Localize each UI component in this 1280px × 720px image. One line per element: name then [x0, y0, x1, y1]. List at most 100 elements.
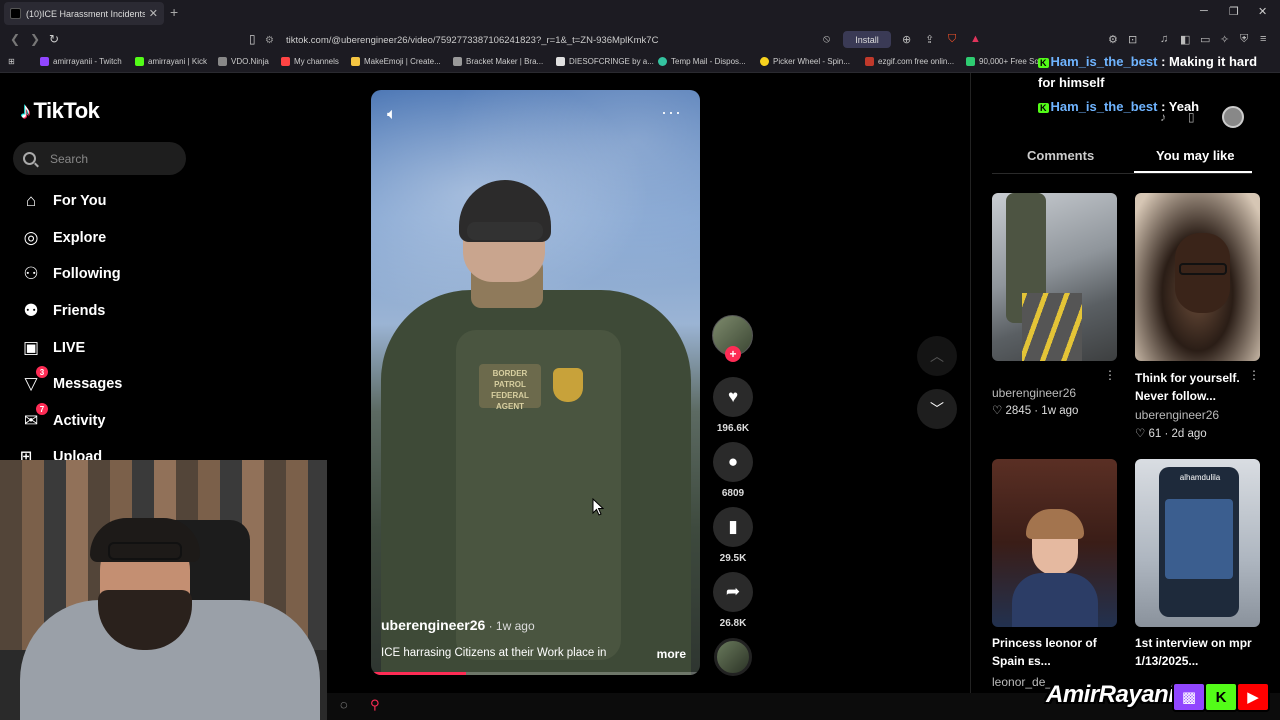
brave-shield-icon[interactable]: ⛉	[948, 33, 956, 46]
card-user[interactable]: leonor_de_	[992, 675, 1052, 689]
picker-wheel-icon	[760, 57, 769, 66]
user-avatar[interactable]	[1222, 106, 1244, 128]
tiktok-wordmark: TikTok	[33, 98, 100, 123]
minimize-icon[interactable]: ─	[1200, 5, 1208, 17]
bookmark-2[interactable]: VDO.Ninja	[218, 57, 269, 66]
bookmark-0[interactable]: amirrayanii - Twitch	[40, 57, 122, 66]
rewards-icon[interactable]: ▲	[970, 33, 981, 45]
video-caption: ICE harrasing Citizens at their Work pla…	[381, 647, 607, 659]
caption-more-link[interactable]: more	[657, 647, 686, 661]
thumb-text: alhamdulila	[1179, 473, 1221, 482]
forward-icon[interactable]: ❯	[30, 32, 40, 46]
thumb-hair	[1026, 509, 1084, 539]
bookmark-7[interactable]: Temp Mail - Dispos...	[658, 57, 746, 66]
back-icon[interactable]: ❮	[10, 32, 20, 46]
nav-messages[interactable]: ▽ 3 Messages	[20, 366, 122, 395]
share-button[interactable]: ➦	[713, 572, 753, 612]
nav-following[interactable]: ⚇ Following	[20, 263, 120, 285]
comment-icon: ●	[727, 452, 739, 471]
nav-friends[interactable]: ⚉ Friends	[20, 300, 105, 322]
location-pin-icon[interactable]: ⚲	[370, 697, 380, 713]
author-name: uberengineer26	[381, 617, 486, 633]
bookmark-9[interactable]: ezgif.com free onlin...	[865, 57, 954, 66]
save-button[interactable]: ▮	[713, 507, 753, 547]
apps-grid-icon[interactable]: ⊞	[8, 57, 15, 66]
reader-off-icon[interactable]: ⦸	[823, 33, 830, 46]
screenshot-icon[interactable]: ⊡	[1128, 33, 1137, 46]
wallet-icon[interactable]: ▭	[1200, 33, 1210, 46]
border-patrol-patch: BORDER PATROL FEDERAL AGENT	[479, 364, 541, 411]
chevron-down-icon: ﹀	[930, 401, 944, 417]
sidebar-icon[interactable]: ◧	[1180, 33, 1190, 46]
live-icon: ▣	[22, 338, 40, 357]
heart-icon: ♥	[727, 387, 739, 406]
mouse-cursor-icon	[592, 498, 604, 516]
previous-video-button[interactable]: ︿	[917, 336, 957, 376]
nav-activity[interactable]: ✉ 7 Activity	[20, 403, 105, 432]
card-more-icon[interactable]: ⋮	[1248, 368, 1260, 382]
share-icon[interactable]: ⇪	[925, 33, 934, 46]
bookmark-8[interactable]: Picker Wheel - Spin...	[760, 57, 850, 66]
chat-username: Ham_is_the_best	[1050, 54, 1158, 69]
recommended-video-thumb[interactable]	[1135, 193, 1260, 361]
search-placeholder: Search	[50, 151, 89, 166]
recommended-video-thumb[interactable]: alhamdulila	[1135, 459, 1260, 627]
card-more-icon[interactable]: ⋮	[1104, 368, 1116, 382]
comment-button[interactable]: ●	[713, 442, 753, 482]
tab-close-icon[interactable]: ✕	[149, 7, 158, 20]
tab-comments[interactable]: Comments	[1027, 148, 1094, 163]
card-title[interactable]: Princess leonor of Spain ᴇs...	[992, 634, 1112, 670]
menu-icon[interactable]: ≡	[1260, 33, 1266, 45]
nav-upload[interactable]: ⊞ Upload	[20, 449, 102, 460]
chat-message-continued: for himself	[1038, 75, 1105, 90]
ezgif-icon	[865, 57, 874, 66]
vpn-icon[interactable]: ⛨	[1240, 33, 1248, 46]
media-icon[interactable]: ♫	[1160, 33, 1168, 45]
nav-for-you[interactable]: ⌂ For You	[20, 190, 107, 212]
bookmark-10[interactable]: 90,000+ Free So	[966, 57, 1039, 66]
follow-plus-icon[interactable]: +	[725, 346, 741, 362]
card-user[interactable]: uberengineer26	[1135, 408, 1219, 422]
bookmark-1[interactable]: amirrayani | Kick	[135, 57, 207, 66]
reload-icon[interactable]: ↻	[49, 32, 59, 46]
bookmark-page-icon[interactable]: ▯	[249, 32, 256, 46]
bookmark-3[interactable]: My channels	[281, 57, 339, 66]
new-tab-button[interactable]: +	[170, 4, 178, 20]
video-progress-bar[interactable]	[371, 672, 700, 675]
install-button[interactable]: Install	[843, 31, 891, 48]
browser-tab[interactable]: (10)ICE Harassment Incidents in ✕	[4, 2, 164, 25]
video-author[interactable]: uberengineer26 · 1w ago	[381, 617, 535, 633]
more-options-icon[interactable]: ···	[661, 102, 682, 123]
leo-icon[interactable]: ✧	[1220, 33, 1229, 46]
zoom-icon[interactable]: ⊕	[902, 33, 911, 46]
recommended-video-thumb[interactable]	[992, 193, 1117, 361]
friends-icon: ⚉	[23, 301, 39, 320]
nav-live[interactable]: ▣ LIVE	[20, 337, 85, 359]
bookmark-4[interactable]: MakeEmoji | Create...	[351, 57, 441, 66]
bookmark-5[interactable]: Bracket Maker | Bra...	[453, 57, 543, 66]
recording-icon[interactable]: ◌	[340, 697, 348, 712]
bookmark-6[interactable]: DIESOFCRINGE by a...	[556, 57, 654, 66]
tiktok-logo[interactable]: ♪ TikTok	[20, 98, 100, 124]
activity-badge: 7	[36, 403, 48, 415]
next-video-button[interactable]: ﹀	[917, 389, 957, 429]
card-user[interactable]: uberengineer26	[992, 386, 1076, 400]
tab-you-may-like[interactable]: You may like	[1156, 148, 1235, 163]
upload-icon: ⊞	[20, 449, 33, 460]
close-window-icon[interactable]: ✕	[1258, 5, 1267, 18]
nav-explore[interactable]: ◎ Explore	[20, 227, 107, 249]
vdo-ninja-icon	[218, 57, 227, 66]
bracket-icon	[453, 57, 462, 66]
volume-icon[interactable]: 🔈︎	[387, 106, 397, 124]
card-title[interactable]: 1st interview on mpr 1/13/2025...	[1135, 634, 1255, 670]
recommended-video-thumb[interactable]	[992, 459, 1117, 627]
like-button[interactable]: ♥	[713, 377, 753, 417]
extensions-icon[interactable]: ⚙	[1108, 33, 1118, 46]
site-info-icon[interactable]: ⚙	[265, 35, 274, 46]
sound-disc[interactable]	[714, 638, 752, 676]
maximize-icon[interactable]: ❐	[1229, 5, 1239, 18]
search-input[interactable]: Search	[13, 142, 186, 175]
card-title[interactable]: Think for yourself. Never follow...	[1135, 369, 1255, 405]
video-player[interactable]: BORDER PATROL FEDERAL AGENT 🔈︎ ··· ubere…	[371, 90, 700, 675]
share-count: 26.8K	[719, 618, 747, 629]
